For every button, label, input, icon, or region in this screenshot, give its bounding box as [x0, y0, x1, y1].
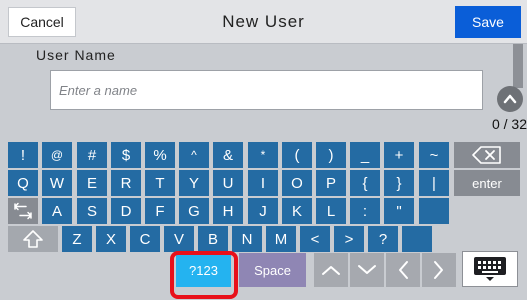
caret-down-icon	[358, 265, 376, 274]
cursor-up-key[interactable]	[314, 253, 348, 287]
key[interactable]: M	[266, 226, 296, 252]
key[interactable]: U	[213, 170, 243, 196]
backspace-key[interactable]	[454, 142, 520, 168]
keyboard-row-qwerty: Q W E R T Y U I O P { } | enter	[0, 170, 527, 196]
key[interactable]: ?	[368, 226, 398, 252]
key[interactable]: |	[419, 170, 449, 196]
key[interactable]: ^	[179, 142, 209, 168]
key[interactable]: *	[248, 142, 278, 168]
title-bar: Cancel New User Save	[0, 0, 527, 44]
key-blank[interactable]	[419, 198, 449, 224]
key[interactable]: :	[350, 198, 380, 224]
key[interactable]: #	[77, 142, 107, 168]
key[interactable]: W	[42, 170, 72, 196]
key[interactable]: )	[316, 142, 346, 168]
keyboard-row-asdf: A S D F G H J K L : "	[0, 198, 527, 224]
key[interactable]: F	[145, 198, 175, 224]
key[interactable]: P	[316, 170, 346, 196]
key[interactable]: }	[384, 170, 414, 196]
key[interactable]: T	[145, 170, 175, 196]
key[interactable]: "	[384, 198, 414, 224]
user-name-input[interactable]	[50, 70, 483, 110]
key[interactable]: G	[179, 198, 209, 224]
key[interactable]: %	[145, 142, 175, 168]
key[interactable]: L	[316, 198, 346, 224]
key[interactable]: {	[350, 170, 380, 196]
key[interactable]: _	[350, 142, 380, 168]
keyboard-row-controls: ?123 Space	[0, 250, 527, 290]
key[interactable]: +	[384, 142, 414, 168]
key[interactable]: !	[8, 142, 38, 168]
caret-up-icon	[322, 266, 340, 275]
keyboard-hide-icon	[474, 257, 506, 281]
key[interactable]: J	[248, 198, 278, 224]
key[interactable]: H	[213, 198, 243, 224]
key[interactable]: X	[96, 226, 126, 252]
key[interactable]: I	[248, 170, 278, 196]
shift-icon	[23, 230, 43, 248]
cancel-button[interactable]: Cancel	[8, 7, 76, 37]
scroll-up-button[interactable]	[497, 86, 523, 112]
key[interactable]: K	[282, 198, 312, 224]
key[interactable]: Y	[179, 170, 209, 196]
hide-keyboard-key[interactable]	[462, 251, 518, 287]
cursor-left-key[interactable]	[386, 253, 420, 287]
keyboard-row-symbols: ! @ # $ % ^ & * ( ) _ + ~	[0, 142, 527, 168]
keyboard-row-zxcv: Z X C V B N M < > ?	[0, 226, 527, 252]
key[interactable]: <	[300, 226, 330, 252]
cursor-down-key[interactable]	[350, 253, 384, 287]
key[interactable]: Q	[8, 170, 38, 196]
page-title: New User	[222, 12, 305, 31]
keyboard: ! @ # $ % ^ & * ( ) _ + ~ Q W E R T Y U …	[0, 140, 527, 300]
key-blank[interactable]	[402, 226, 432, 252]
key[interactable]: V	[164, 226, 194, 252]
caret-right-icon	[434, 261, 443, 279]
key[interactable]: @	[42, 142, 72, 168]
key[interactable]: C	[130, 226, 160, 252]
key[interactable]: E	[77, 170, 107, 196]
key[interactable]: N	[232, 226, 262, 252]
save-button[interactable]: Save	[455, 6, 521, 38]
scrollbar[interactable]	[513, 44, 523, 88]
key[interactable]: (	[282, 142, 312, 168]
character-counter: 0 / 32	[491, 116, 527, 132]
user-name-label: User Name	[36, 47, 116, 63]
key[interactable]: R	[111, 170, 141, 196]
key[interactable]: $	[111, 142, 141, 168]
key[interactable]: O	[282, 170, 312, 196]
key[interactable]: A	[42, 198, 72, 224]
tab-icon	[14, 202, 32, 220]
key[interactable]: D	[111, 198, 141, 224]
enter-key[interactable]: enter	[454, 170, 520, 196]
shift-key[interactable]	[8, 226, 58, 252]
key[interactable]: B	[198, 226, 228, 252]
screen: Cancel New User Save User Name 0 / 32 ! …	[0, 0, 527, 300]
key[interactable]: S	[77, 198, 107, 224]
backspace-icon	[472, 146, 501, 164]
caret-left-icon	[399, 261, 408, 279]
form-area: User Name 0 / 32	[0, 44, 527, 140]
key[interactable]: &	[213, 142, 243, 168]
key[interactable]: >	[334, 226, 364, 252]
key[interactable]: ~	[419, 142, 449, 168]
highlight-box	[170, 251, 238, 299]
tab-key[interactable]	[8, 198, 38, 224]
cursor-right-key[interactable]	[422, 253, 456, 287]
chevron-up-icon	[503, 94, 517, 104]
key[interactable]: Z	[62, 226, 92, 252]
space-key[interactable]: Space	[239, 253, 306, 287]
